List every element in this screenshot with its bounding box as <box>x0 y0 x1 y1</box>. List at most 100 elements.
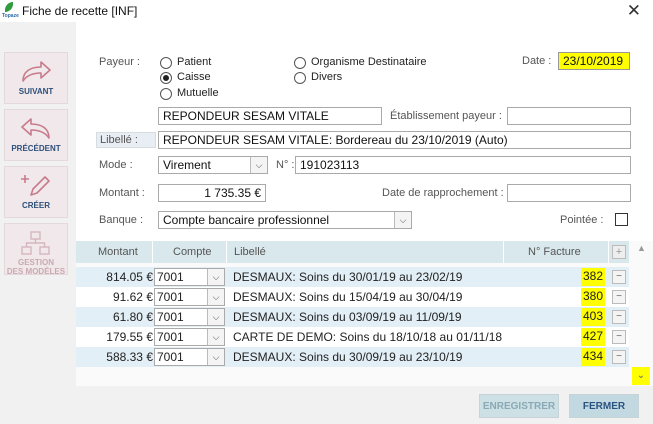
footer-bar: ENREGISTRER FERMER <box>76 386 653 424</box>
radio-patient[interactable] <box>160 57 172 69</box>
numero-label: N° : <box>276 159 295 171</box>
radio-mutuelle[interactable] <box>160 88 172 100</box>
chevron-down-icon: ⌵ <box>250 157 267 173</box>
row-compte-select[interactable]: 7001 ⌵ <box>154 328 225 346</box>
col-compte: Compte <box>173 246 212 258</box>
radio-caisse[interactable] <box>160 72 172 84</box>
chevron-down-icon: ⌵ <box>207 289 224 305</box>
next-label: SUIVANT <box>18 87 54 96</box>
row-compte-select[interactable]: 7001 ⌵ <box>154 288 225 306</box>
mode-select[interactable]: Virement ⌵ <box>158 156 268 174</box>
sidebar: SUIVANT PRÉCÉDENT CRÉER GESTION DES MODÈ… <box>0 22 76 424</box>
row-compte-select[interactable]: 7001 ⌵ <box>154 348 225 366</box>
create-button[interactable]: CRÉER <box>4 166 68 218</box>
etablissement-label: Établissement payeur : <box>390 110 502 122</box>
chevron-down-icon: ⌵ <box>207 329 224 345</box>
row-compte: 7001 <box>157 270 184 284</box>
row-libelle: DESMAUX: Soins du 03/09/19 au 11/09/19 <box>233 310 462 324</box>
previous-button[interactable]: PRÉCÉDENT <box>4 109 68 161</box>
remove-row-button[interactable]: − <box>612 290 626 304</box>
chevron-down-icon: ⌵ <box>207 269 224 285</box>
pencil-plus-icon <box>21 175 50 196</box>
date-label: Date : <box>522 55 552 67</box>
row-facture: 403 <box>580 308 605 326</box>
radio-mutuelle-label: Mutuelle <box>177 87 219 99</box>
montant-field[interactable]: 1 735.35 € <box>158 184 266 202</box>
remove-row-button[interactable]: − <box>612 330 626 344</box>
chevron-down-icon: ⌵ <box>394 212 411 228</box>
table-header: Montant Compte Libellé N° Facture + <box>76 241 629 263</box>
numero-field[interactable]: 191023113 <box>295 156 631 174</box>
row-compte: 7001 <box>157 350 184 364</box>
row-facture: 434 <box>580 348 605 366</box>
date-field[interactable]: 23/10/2019 <box>558 52 630 70</box>
banque-select[interactable]: Compte bancaire professionnel ⌵ <box>158 211 412 229</box>
templates-button[interactable]: GESTION DES MODÈLES <box>4 223 68 276</box>
chevron-down-icon: ⌵ <box>207 309 224 325</box>
chevron-down-icon: ⌵ <box>207 349 224 365</box>
templates-label: GESTION DES MODÈLES <box>6 258 66 276</box>
row-montant: 588.33 € <box>106 350 153 364</box>
hierarchy-icon <box>21 231 50 255</box>
radio-caisse-label: Caisse <box>177 71 211 83</box>
row-compte: 7001 <box>157 310 184 324</box>
close-icon[interactable]: ✕ <box>627 1 641 21</box>
table-row[interactable]: 91.62 € 7001 ⌵ DESMAUX: Soins du 15/04/19… <box>76 287 629 307</box>
mode-value: Virement <box>163 158 211 172</box>
scroll-up-icon[interactable]: ▲ <box>637 243 646 253</box>
save-button[interactable]: ENREGISTRER <box>479 394 559 418</box>
banque-value: Compte bancaire professionnel <box>163 213 330 227</box>
radio-organisme-label: Organisme Destinataire <box>311 56 427 68</box>
next-button[interactable]: SUIVANT <box>4 52 68 104</box>
libelle-field[interactable]: REPONDEUR SESAM VITALE: Bordereau du 23/… <box>158 131 631 149</box>
row-libelle: DESMAUX: Soins du 30/09/19 au 23/10/19 <box>233 350 463 364</box>
radio-patient-label: Patient <box>177 56 212 68</box>
pointee-checkbox[interactable] <box>615 213 628 226</box>
remove-row-button[interactable]: − <box>612 310 626 324</box>
etablissement-field[interactable] <box>507 107 631 125</box>
row-compte: 7001 <box>157 290 184 304</box>
payeur-name-field[interactable]: REPONDEUR SESAM VITALE <box>158 107 382 125</box>
scroll-down-icon[interactable]: ⌄ <box>632 367 650 385</box>
table-row[interactable]: 179.55 € 7001 ⌵ CARTE DE DEMO: Soins du 1… <box>76 327 629 347</box>
table-row[interactable]: 61.80 € 7001 ⌵ DESMAUX: Soins du 03/09/19… <box>76 307 629 327</box>
mode-label: Mode : <box>99 159 133 171</box>
row-libelle: CARTE DE DEMO: Soins du 18/10/18 au 01/1… <box>233 330 503 344</box>
arrow-right-icon <box>22 61 51 82</box>
row-compte-select[interactable]: 7001 ⌵ <box>154 308 225 326</box>
create-label: CRÉER <box>21 201 50 210</box>
row-montant: 91.62 € <box>112 290 153 304</box>
row-montant: 814.05 € <box>106 270 153 284</box>
table-row[interactable]: 814.05 € 7001 ⌵ DESMAUX: Soins du 30/01/1… <box>76 267 629 287</box>
col-libelle: Libellé <box>234 246 266 258</box>
row-libelle: DESMAUX: Soins du 15/04/19 au 30/04/19 <box>233 290 463 304</box>
payeur-label: Payeur : <box>99 56 140 68</box>
remove-row-button[interactable]: − <box>612 270 626 284</box>
row-montant: 179.55 € <box>106 330 153 344</box>
rapprochement-field[interactable] <box>507 184 631 202</box>
radio-organisme[interactable] <box>294 57 306 69</box>
rapprochement-label: Date de rapprochement : <box>382 187 504 199</box>
row-facture: 382 <box>580 268 605 286</box>
libelle-label: Libellé : <box>96 132 156 148</box>
row-compte-select[interactable]: 7001 ⌵ <box>154 268 225 286</box>
close-button[interactable]: FERMER <box>569 394 639 418</box>
recette-table: Montant Compte Libellé N° Facture + ▲ 81… <box>76 241 653 386</box>
row-compte: 7001 <box>157 330 184 344</box>
row-libelle: DESMAUX: Soins du 30/01/19 au 23/02/19 <box>233 270 463 284</box>
add-row-button[interactable]: + <box>612 245 626 259</box>
window-title: Fiche de recette [INF] <box>22 4 138 18</box>
row-montant: 61.80 € <box>112 310 153 324</box>
radio-divers-label: Divers <box>311 71 343 83</box>
app-logo-text: Topaze <box>2 13 19 19</box>
col-facture: N° Facture <box>528 246 581 258</box>
radio-divers[interactable] <box>294 72 306 84</box>
pointee-label: Pointée : <box>560 214 604 226</box>
montant-label: Montant : <box>99 187 145 199</box>
title-bar: Topaze Fiche de recette [INF] ✕ <box>0 0 653 22</box>
main-form: Payeur : Patient Caisse Mutuelle Organis… <box>76 22 653 424</box>
remove-row-button[interactable]: − <box>612 350 626 364</box>
table-row[interactable]: 588.33 € 7001 ⌵ DESMAUX: Soins du 30/09/1… <box>76 347 629 367</box>
app-logo-icon: Topaze <box>2 2 19 19</box>
row-facture: 380 <box>580 288 605 306</box>
